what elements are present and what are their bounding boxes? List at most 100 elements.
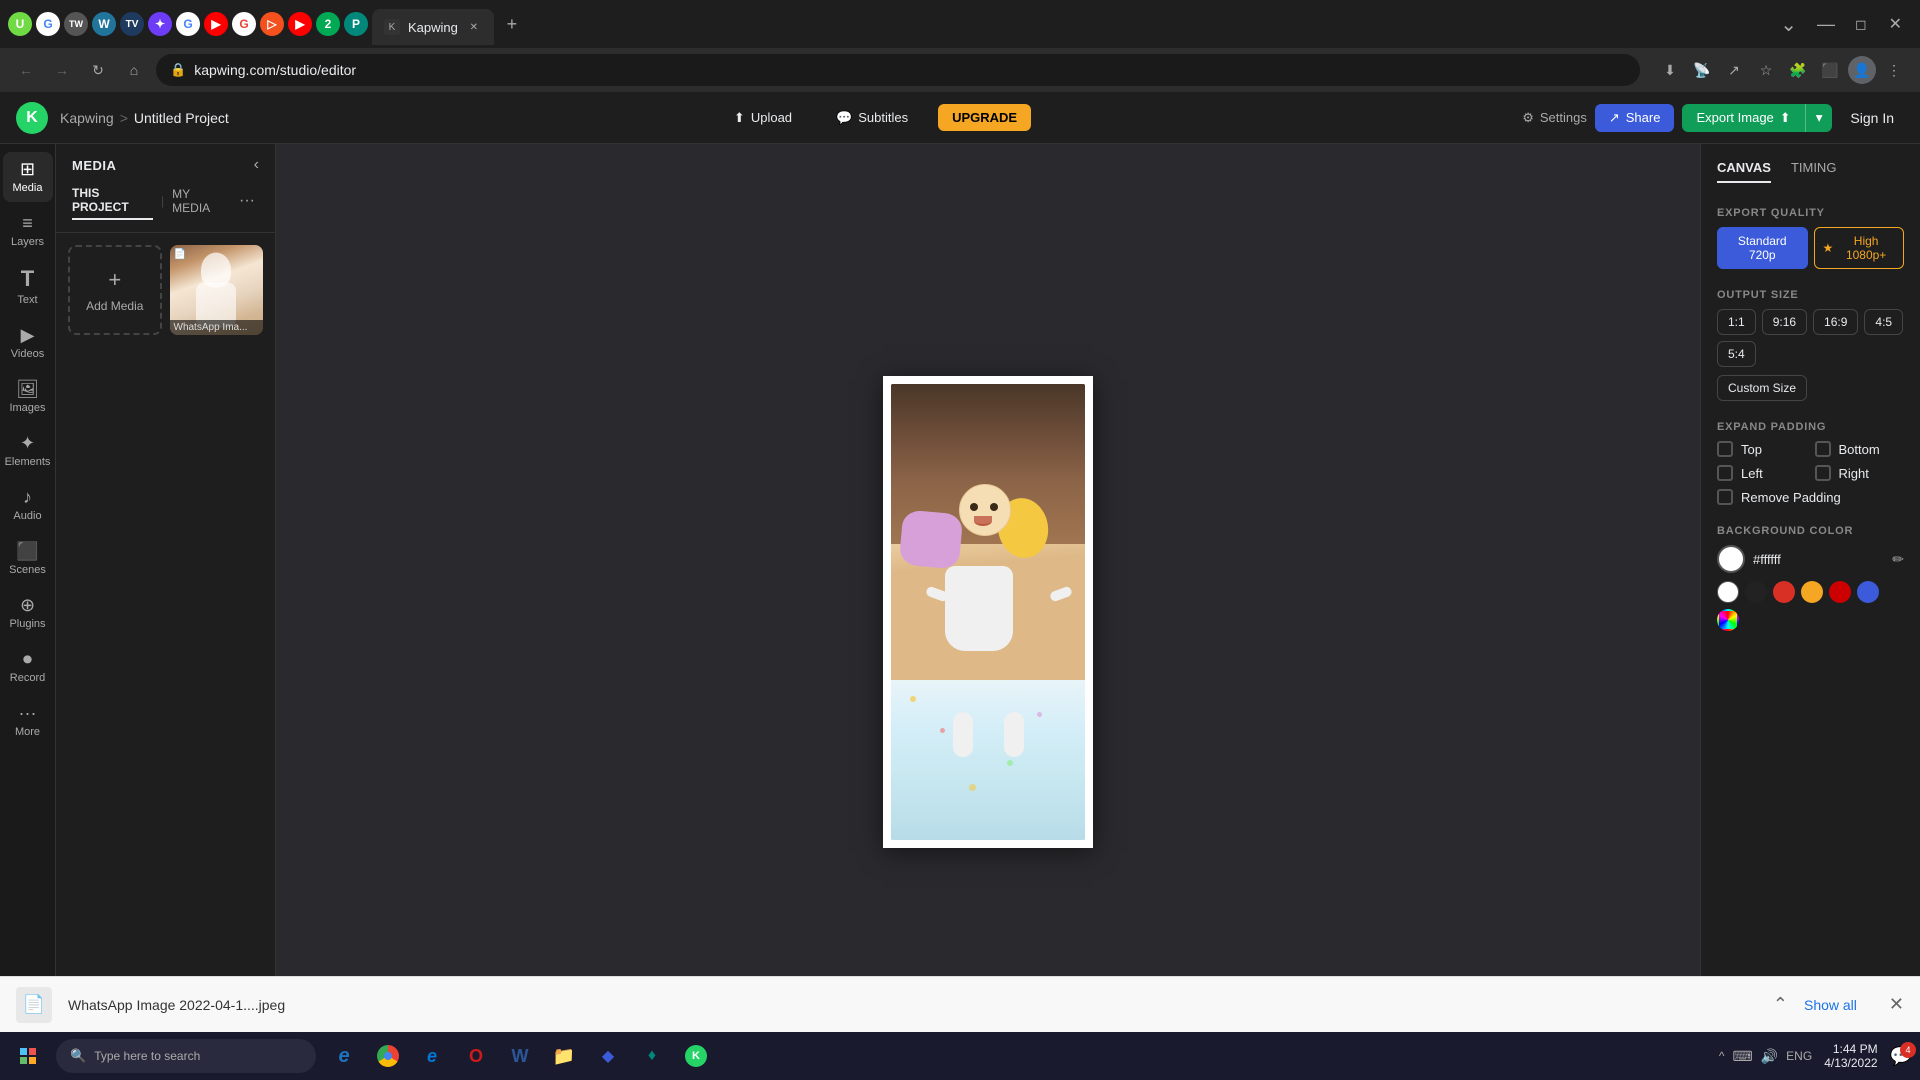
project-name[interactable]: Untitled Project	[134, 110, 229, 126]
share-button[interactable]: ↗ Share	[1595, 104, 1675, 132]
taskbar-ie[interactable]: e	[324, 1036, 364, 1076]
active-tab[interactable]: K Kapwing ✕	[372, 9, 494, 45]
new-tab-button[interactable]: +	[498, 10, 526, 38]
color-preset-white[interactable]	[1717, 581, 1739, 603]
forward-button[interactable]: →	[48, 56, 76, 84]
padding-top-item[interactable]: Top	[1717, 441, 1807, 457]
tab-close-button[interactable]: ✕	[466, 19, 482, 35]
sidebar-item-text[interactable]: T Text	[3, 260, 53, 314]
settings-button[interactable]: ⚙ Settings	[1522, 110, 1587, 126]
tab-canvas[interactable]: CANVAS	[1717, 160, 1771, 183]
tab-favicon-tw[interactable]: TW	[64, 12, 88, 36]
menu-button[interactable]: ⋮	[1880, 56, 1908, 84]
padding-top-checkbox[interactable]	[1717, 441, 1733, 457]
export-button[interactable]: Export Image ⬆	[1682, 104, 1804, 132]
color-preset-black[interactable]	[1745, 581, 1767, 603]
taskbar-chrome[interactable]	[368, 1036, 408, 1076]
quality-1080p-button[interactable]: ★ High 1080p+	[1814, 227, 1905, 269]
sidebar-item-record[interactable]: ⏺ Record	[3, 642, 53, 692]
sidebar-item-plugins[interactable]: ⊕ Plugins	[3, 588, 53, 638]
sidebar-item-audio[interactable]: ♪ Audio	[3, 480, 53, 530]
size-4-5-button[interactable]: 4:5	[1864, 309, 1903, 335]
start-button[interactable]	[8, 1036, 48, 1076]
taskbar-edge[interactable]: e	[412, 1036, 452, 1076]
tab-favicon-upwork[interactable]: U	[8, 12, 32, 36]
size-16-9-button[interactable]: 16:9	[1813, 309, 1858, 335]
media-thumbnail-whatsapp[interactable]: 📄 WhatsApp Ima...	[170, 245, 264, 335]
close-window-button[interactable]: ✕	[1879, 14, 1912, 34]
panel-collapse-button[interactable]: ‹	[254, 156, 259, 174]
home-button[interactable]: ⌂	[120, 56, 148, 84]
show-all-button[interactable]: Show all	[1804, 997, 1857, 1013]
quality-720p-button[interactable]: Standard 720p	[1717, 227, 1808, 269]
tab-favicon-yt2[interactable]: ▶	[288, 12, 312, 36]
sidebar-item-images[interactable]: 🖼 Images	[3, 372, 53, 422]
padding-left-item[interactable]: Left	[1717, 465, 1807, 481]
back-button[interactable]: ←	[12, 56, 40, 84]
size-5-4-button[interactable]: 5:4	[1717, 341, 1756, 367]
profile-avatar[interactable]: 👤	[1848, 56, 1876, 84]
expand-downloads-button[interactable]: ⌃	[1773, 994, 1788, 1015]
tab-favicon-google2[interactable]: G	[176, 12, 200, 36]
color-preset-rainbow[interactable]	[1717, 609, 1739, 631]
tab-favicon-google3[interactable]: G	[232, 12, 256, 36]
sidebar-item-more[interactable]: ··· More	[3, 696, 53, 746]
tab-favicon-z2[interactable]: 2	[316, 12, 340, 36]
reload-button[interactable]: ↻	[84, 56, 112, 84]
extensions-icon[interactable]: 🧩	[1784, 56, 1812, 84]
maximize-button[interactable]: ◻	[1847, 16, 1875, 33]
sidebar-item-elements[interactable]: ✦ Elements	[3, 426, 53, 476]
close-bottom-bar-button[interactable]: ✕	[1889, 994, 1904, 1015]
upgrade-button[interactable]: UPGRADE	[938, 104, 1031, 131]
taskbar-app2[interactable]: ♦	[632, 1036, 672, 1076]
color-preset-red[interactable]	[1773, 581, 1795, 603]
tab-my-media[interactable]: MY MEDIA	[172, 183, 227, 219]
sidebar-item-scenes[interactable]: ⬛ Scenes	[3, 534, 53, 584]
tab-favicon-yt1[interactable]: ▶	[204, 12, 228, 36]
tab-favicon-git[interactable]: ▷	[260, 12, 284, 36]
color-preset-orange[interactable]	[1801, 581, 1823, 603]
padding-right-item[interactable]: Right	[1815, 465, 1905, 481]
upload-button[interactable]: ⬆ Upload	[720, 104, 806, 132]
download-icon[interactable]: ⬇	[1656, 56, 1684, 84]
taskbar-explorer[interactable]: 📁	[544, 1036, 584, 1076]
media-options-button[interactable]: ···	[235, 192, 259, 210]
tab-favicon-pict[interactable]: P	[344, 12, 368, 36]
taskbar-word[interactable]: W	[500, 1036, 540, 1076]
padding-left-checkbox[interactable]	[1717, 465, 1733, 481]
tab-favicon-wp[interactable]: W	[92, 12, 116, 36]
tray-arrow[interactable]: ^	[1719, 1049, 1725, 1063]
padding-right-checkbox[interactable]	[1815, 465, 1831, 481]
color-swatch-active[interactable]	[1717, 545, 1745, 573]
taskbar-search[interactable]: 🔍 Type here to search	[56, 1039, 316, 1073]
minimize-button[interactable]: —	[1809, 14, 1843, 35]
export-dropdown-button[interactable]: ▾	[1805, 104, 1833, 132]
cast-icon[interactable]: 📡	[1688, 56, 1716, 84]
padding-bottom-checkbox[interactable]	[1815, 441, 1831, 457]
tab-favicon-filmora[interactable]: ✦	[148, 12, 172, 36]
sign-in-button[interactable]: Sign In	[1840, 104, 1904, 132]
bookmark-icon[interactable]: ☆	[1752, 56, 1780, 84]
color-edit-icon[interactable]: ✏	[1892, 551, 1904, 568]
subtitles-button[interactable]: 💬 Subtitles	[822, 104, 922, 132]
taskbar-app1[interactable]: ◆	[588, 1036, 628, 1076]
canvas-frame[interactable]	[883, 376, 1093, 848]
color-preset-darkred[interactable]	[1829, 581, 1851, 603]
sidebar-item-videos[interactable]: ▶ Videos	[3, 318, 53, 368]
padding-bottom-item[interactable]: Bottom	[1815, 441, 1905, 457]
remove-padding-checkbox[interactable]	[1717, 489, 1733, 505]
color-preset-blue[interactable]	[1857, 581, 1879, 603]
keyboard-icon[interactable]: ⌨	[1733, 1048, 1753, 1065]
show-tabs-button[interactable]: ⌄	[1772, 12, 1805, 37]
add-media-button[interactable]: + Add Media	[68, 245, 162, 335]
custom-size-button[interactable]: Custom Size	[1717, 375, 1807, 401]
address-bar[interactable]: 🔒 kapwing.com/studio/editor	[156, 54, 1640, 86]
tab-this-project[interactable]: THIS PROJECT	[72, 182, 153, 220]
tab-favicon-google1[interactable]: G	[36, 12, 60, 36]
brand-name[interactable]: Kapwing	[60, 110, 114, 126]
sidebar-item-media[interactable]: ⊞ Media	[3, 152, 53, 202]
taskbar-kapwing[interactable]: K	[676, 1036, 716, 1076]
notification-area[interactable]: 💬 4	[1890, 1046, 1912, 1067]
tab-favicon-tv[interactable]: TV	[120, 12, 144, 36]
size-1-1-button[interactable]: 1:1	[1717, 309, 1756, 335]
